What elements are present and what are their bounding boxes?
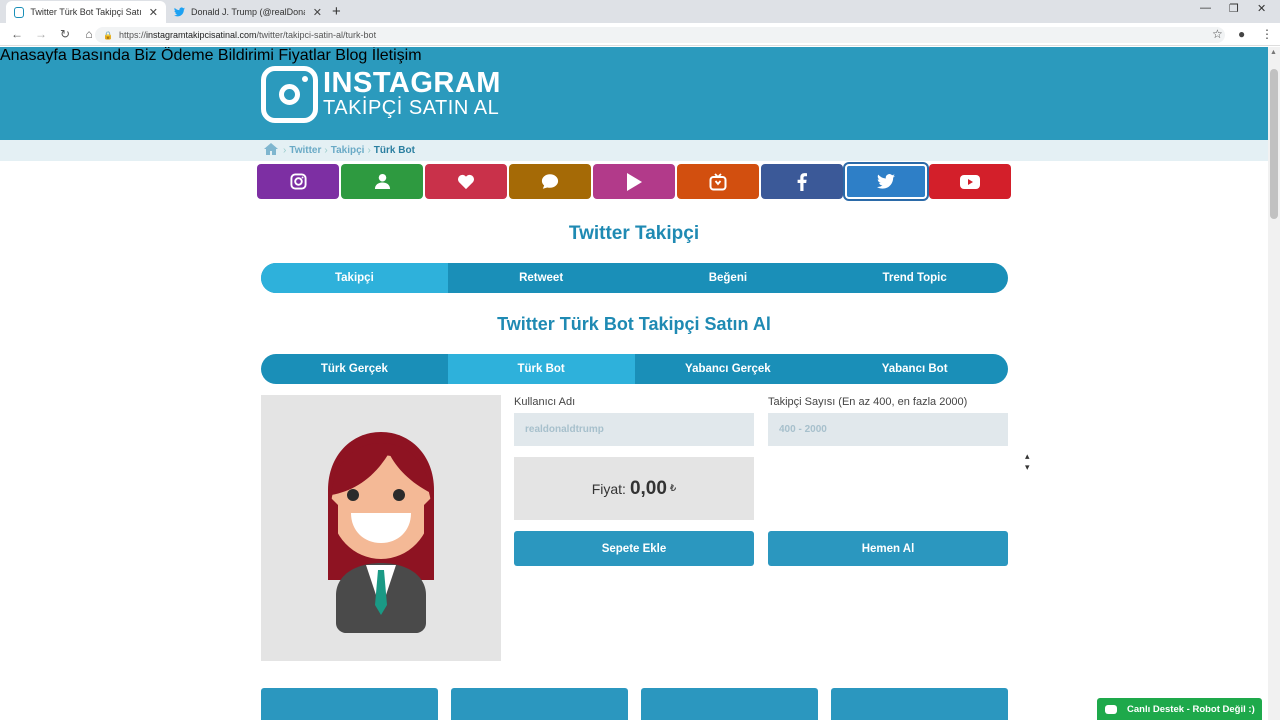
play-icon bbox=[627, 172, 642, 191]
new-tab-icon[interactable]: + bbox=[332, 3, 341, 20]
igtv-icon bbox=[709, 172, 727, 190]
profile-icon[interactable]: ● bbox=[1238, 27, 1245, 41]
section-title: Twitter Takipçi bbox=[568, 223, 700, 244]
browser-tab[interactable]: Donald J. Trump (@realDonaldTr ✕ bbox=[166, 1, 330, 23]
service-bar bbox=[257, 164, 1013, 199]
nav-fiyatlar[interactable]: Fiyatlar bbox=[278, 47, 330, 64]
breadcrumb-twitter[interactable]: Twitter bbox=[289, 145, 321, 156]
window-close-icon[interactable]: ✕ bbox=[1257, 2, 1266, 15]
twitter-favicon-icon bbox=[174, 7, 185, 18]
package-card[interactable] bbox=[261, 688, 438, 720]
home-icon[interactable] bbox=[264, 143, 278, 158]
tab-title: Twitter Türk Bot Takipçi Satın Al bbox=[30, 7, 140, 17]
price-box: Fiyat: 0,00 ₺ bbox=[514, 457, 754, 520]
chat-icon bbox=[1105, 704, 1117, 714]
browser-tabbar: Twitter Türk Bot Takipçi Satın Al ✕ Dona… bbox=[0, 0, 1280, 23]
home-icon[interactable]: ⌂ bbox=[82, 27, 96, 41]
username-label: Kullanıcı Adı bbox=[514, 396, 576, 408]
tab-trend-topic[interactable]: Trend Topic bbox=[821, 263, 1008, 293]
tab-turk-gercek[interactable]: Türk Gerçek bbox=[261, 354, 448, 384]
forward-icon[interactable]: → bbox=[34, 27, 48, 41]
tab-turk-bot[interactable]: Türk Bot bbox=[447, 354, 635, 384]
nav-iletisim[interactable]: İletişim bbox=[372, 47, 422, 64]
quality-tabs: Türk Gerçek Türk Bot Yabancı Gerçek Yaba… bbox=[261, 354, 1008, 384]
service-views[interactable] bbox=[593, 164, 675, 199]
nav-basinda-biz[interactable]: Basında Biz bbox=[71, 47, 156, 64]
service-facebook[interactable] bbox=[761, 164, 843, 199]
service-likes[interactable] bbox=[425, 164, 507, 199]
instagram-icon bbox=[289, 173, 307, 190]
tab-begeni[interactable]: Beğeni bbox=[635, 263, 822, 293]
minimize-icon[interactable]: — bbox=[1200, 2, 1211, 14]
scrollbar[interactable]: ▲ bbox=[1268, 47, 1280, 720]
avatar-illustration bbox=[261, 395, 501, 661]
service-comments[interactable] bbox=[509, 164, 591, 199]
user-icon bbox=[374, 173, 390, 190]
url-prefix: https:// bbox=[118, 30, 146, 40]
product-title: Twitter Türk Bot Takipçi Satın Al bbox=[497, 314, 771, 334]
lock-icon: 🔒 bbox=[103, 30, 113, 40]
nav-blog[interactable]: Blog bbox=[335, 47, 367, 64]
maximize-icon[interactable]: ❐ bbox=[1229, 2, 1239, 15]
comment-icon bbox=[541, 174, 559, 189]
url-path: /twitter/takipci-satin-al/turk-bot bbox=[256, 30, 377, 40]
service-twitter[interactable] bbox=[845, 164, 927, 199]
currency-icon: ₺ bbox=[669, 483, 677, 494]
page: INSTAGRAM TAKİPÇİ SATIN AL Anasayfa Bası… bbox=[0, 47, 1268, 720]
reload-icon[interactable]: ↻ bbox=[58, 27, 72, 41]
follower-count-label: Takipçi Sayısı (En az 400, en fazla 2000… bbox=[768, 396, 968, 408]
nav-anasayfa[interactable]: Anasayfa bbox=[0, 47, 67, 64]
facebook-icon bbox=[797, 172, 807, 191]
service-followers[interactable] bbox=[341, 164, 423, 199]
live-support-label: Canlı Destek - Robot Değil :) bbox=[1127, 703, 1255, 715]
breadcrumb-takipci[interactable]: Takipçi bbox=[331, 145, 365, 156]
logo-title[interactable]: INSTAGRAM bbox=[323, 67, 501, 100]
breadcrumb: › Twitter › Takipçi › Türk Bot bbox=[0, 140, 1268, 161]
service-instagram[interactable] bbox=[257, 164, 339, 199]
close-icon[interactable]: ✕ bbox=[149, 6, 158, 19]
back-icon[interactable]: ← bbox=[10, 27, 24, 41]
price-label: Fiyat: bbox=[591, 480, 626, 497]
youtube-icon bbox=[960, 174, 980, 189]
twitter-icon bbox=[877, 174, 895, 189]
logo-subtitle[interactable]: TAKİPÇİ SATIN AL bbox=[323, 97, 499, 120]
address-toolbar: ← → ↻ ⌂ 🔒 https:// instagramtakipcisatin… bbox=[0, 23, 1280, 46]
live-support-button[interactable]: Canlı Destek - Robot Değil :) bbox=[1097, 698, 1262, 720]
avatar-icon bbox=[328, 432, 434, 633]
instagram-favicon-icon bbox=[14, 6, 25, 18]
service-youtube[interactable] bbox=[929, 164, 1011, 199]
url-domain: instagramtakipcisatinal.com bbox=[145, 30, 257, 40]
url-bar[interactable]: 🔒 https:// instagramtakipcisatinal.com /… bbox=[95, 27, 1225, 43]
package-card[interactable] bbox=[451, 688, 628, 720]
breadcrumb-current: Türk Bot bbox=[373, 145, 415, 156]
tab-yabanci-bot[interactable]: Yabancı Bot bbox=[821, 354, 1008, 384]
username-input[interactable] bbox=[514, 413, 754, 446]
stepper-arrows-icon[interactable]: ▴ ▾ bbox=[1025, 451, 1030, 473]
tab-yabanci-gercek[interactable]: Yabancı Gerçek bbox=[635, 354, 822, 384]
browser-tab-active[interactable]: Twitter Türk Bot Takipçi Satın Al ✕ bbox=[6, 1, 166, 23]
tab-retweet[interactable]: Retweet bbox=[448, 263, 635, 293]
scrollbar-thumb[interactable] bbox=[1270, 69, 1278, 219]
star-icon[interactable]: ☆ bbox=[1212, 27, 1223, 41]
buy-now-button[interactable]: Hemen Al bbox=[768, 531, 1008, 566]
nav-odeme-bildirimi[interactable]: Ödeme Bildirimi bbox=[161, 47, 274, 64]
instagram-logo-icon[interactable] bbox=[261, 66, 318, 123]
package-card[interactable] bbox=[831, 688, 1008, 720]
heart-icon bbox=[458, 174, 474, 189]
close-icon[interactable]: ✕ bbox=[313, 6, 322, 19]
type-tabs: Takipçi Retweet Beğeni Trend Topic bbox=[261, 263, 1008, 293]
follower-count-input[interactable] bbox=[768, 413, 1008, 446]
site-header: INSTAGRAM TAKİPÇİ SATIN AL Anasayfa Bası… bbox=[0, 47, 1268, 140]
service-igtv[interactable] bbox=[677, 164, 759, 199]
package-card[interactable] bbox=[641, 688, 818, 720]
add-to-cart-button[interactable]: Sepete Ekle bbox=[514, 531, 754, 566]
scroll-up-icon[interactable]: ▲ bbox=[1270, 49, 1277, 56]
tab-title: Donald J. Trump (@realDonaldTr bbox=[191, 7, 305, 17]
tab-takipci[interactable]: Takipçi bbox=[261, 263, 448, 293]
menu-icon[interactable]: ⋮ bbox=[1261, 27, 1273, 41]
price-value: 0,00 bbox=[629, 477, 667, 499]
